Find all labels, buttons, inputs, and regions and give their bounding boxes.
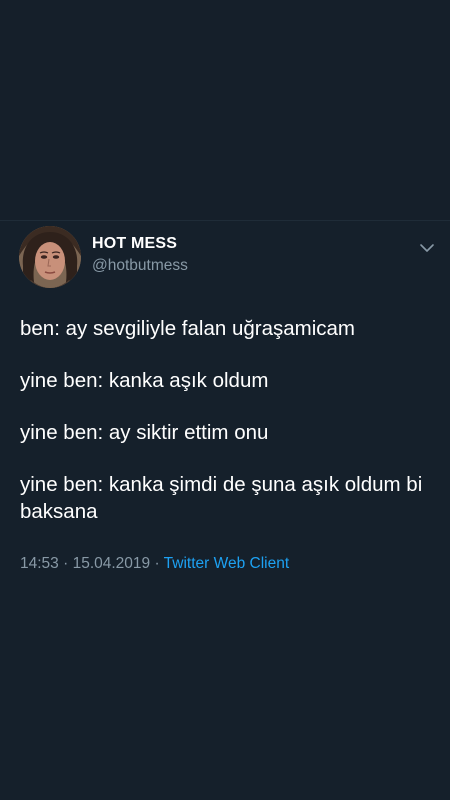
- tweet-client-link[interactable]: Twitter Web Client: [164, 555, 289, 572]
- tweet-time[interactable]: 14:53: [20, 555, 59, 572]
- tweet-line: yine ben: kanka şimdi de şuna aşık oldum…: [20, 473, 423, 523]
- avatar-image: [19, 226, 81, 288]
- tweet-line: ben: ay sevgiliyle falan uğraşamicam: [20, 317, 355, 340]
- meta-separator: ·: [58, 555, 73, 572]
- user-handle[interactable]: @hotbutmess: [92, 257, 188, 275]
- tweet-line: yine ben: kanka aşık oldum: [20, 369, 269, 392]
- tweet-date[interactable]: 15.04.2019: [73, 555, 151, 572]
- screen: HOT MESS @hotbutmess ben: ay sevgiliyle …: [0, 0, 450, 800]
- empty-header-area: [0, 0, 450, 220]
- display-name[interactable]: HOT MESS: [92, 235, 177, 253]
- tweet-meta: 14:53 · 15.04.2019 · Twitter Web Client: [20, 555, 289, 573]
- tweet-line: yine ben: ay siktir ettim onu: [20, 421, 269, 444]
- tweet-body: ben: ay sevgiliyle falan uğraşamicam yin…: [20, 315, 430, 525]
- chevron-down-icon[interactable]: [418, 241, 436, 253]
- avatar[interactable]: [19, 226, 81, 288]
- meta-separator: ·: [150, 555, 164, 572]
- tweet-card: HOT MESS @hotbutmess ben: ay sevgiliyle …: [0, 221, 450, 800]
